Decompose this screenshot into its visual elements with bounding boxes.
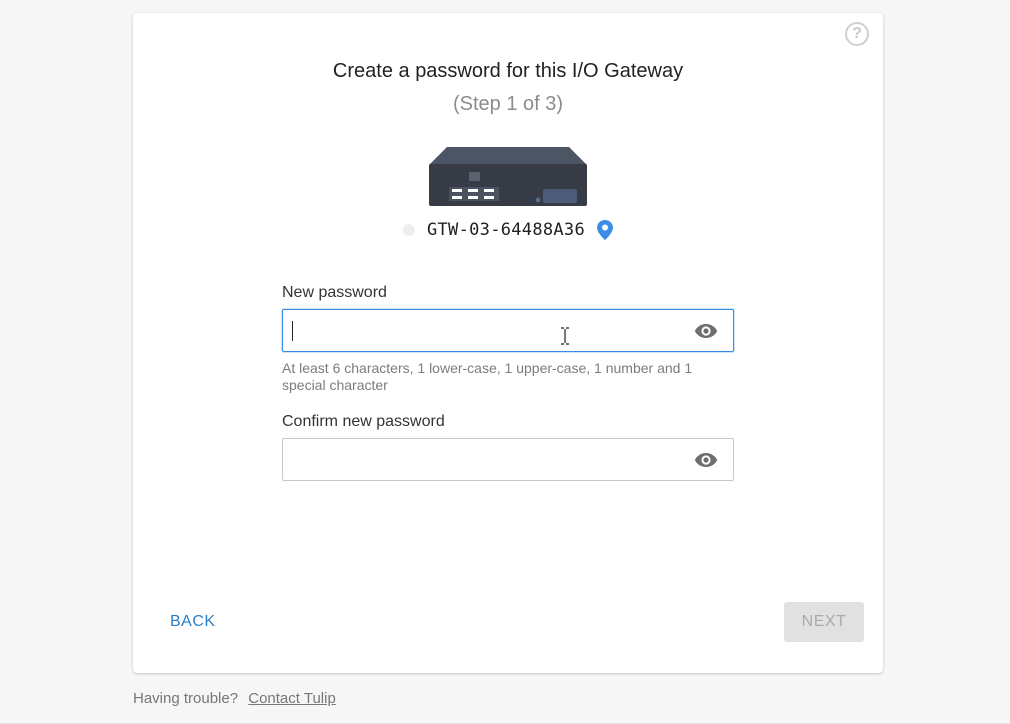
footer: Having trouble? Contact Tulip [133, 690, 336, 707]
confirm-password-input[interactable] [283, 439, 683, 480]
text-caret [292, 321, 293, 341]
eye-icon[interactable] [694, 322, 718, 340]
contact-link[interactable]: Contact Tulip [248, 690, 336, 707]
dialog-title: Create a password for this I/O Gateway [332, 60, 684, 82]
gateway-name: GTW-03-64488A36 [426, 220, 586, 240]
text-cursor-icon [561, 327, 569, 345]
new-password-label: New password [282, 284, 387, 301]
help-icon[interactable]: ? [845, 22, 869, 46]
trouble-text: Having trouble? [133, 690, 239, 707]
confirm-password-field[interactable] [282, 438, 734, 481]
confirm-password-label: Confirm new password [282, 413, 445, 430]
gateway-identity: GTW-03-64488A36 [133, 218, 883, 242]
eye-icon[interactable] [694, 451, 718, 469]
step-indicator: (Step 1 of 3) [452, 93, 564, 115]
gateway-device-image [429, 147, 587, 206]
status-dot [402, 224, 415, 236]
password-requirements-hint: At least 6 characters, 1 lower-case, 1 u… [282, 360, 693, 393]
back-button[interactable]: BACK [170, 613, 216, 631]
new-password-input[interactable] [283, 310, 683, 351]
map-pin-icon[interactable] [597, 220, 614, 240]
setup-dialog: ? Create a password for this I/O Gateway… [133, 13, 883, 673]
new-password-field[interactable] [282, 309, 734, 352]
next-button[interactable]: NEXT [784, 602, 864, 642]
